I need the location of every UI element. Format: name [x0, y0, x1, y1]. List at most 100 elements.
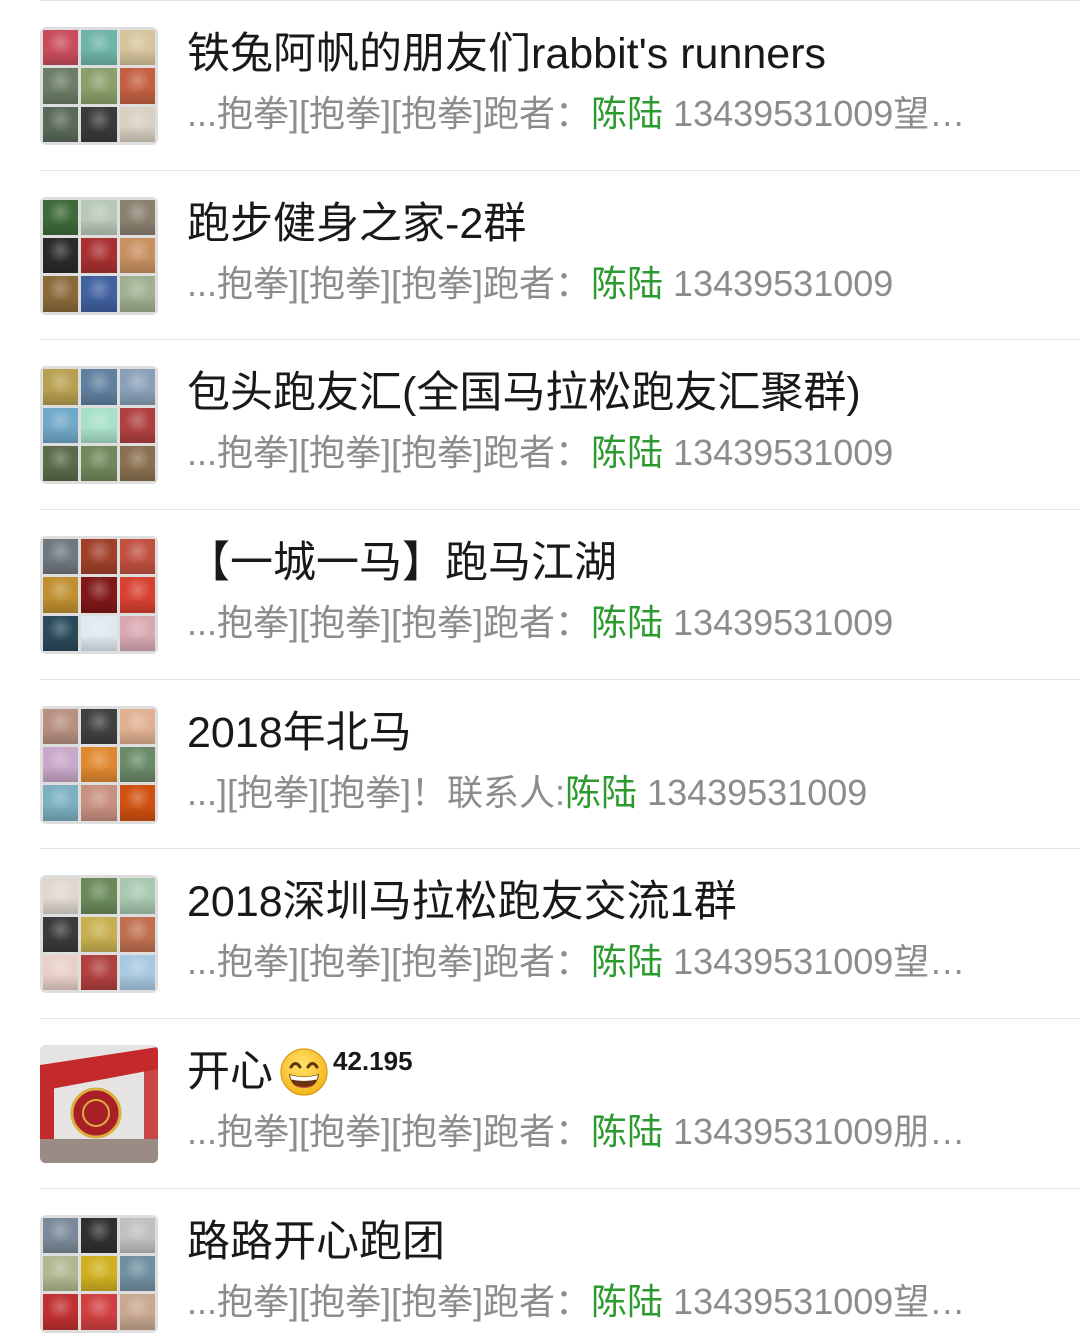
emblem: [70, 1087, 122, 1139]
group-avatar: [40, 1214, 158, 1333]
avatar-tile: [43, 1294, 79, 1330]
snippet-highlight: 陈陆: [591, 941, 664, 983]
group-name: 2018年北马: [187, 708, 412, 757]
avatar-tile: [43, 708, 79, 745]
avatar-tile: [119, 369, 155, 405]
avatar-tile: [81, 878, 117, 914]
group-avatar: [40, 196, 158, 315]
avatar-tile: [119, 276, 155, 312]
avatar-tile: [119, 1256, 155, 1292]
group-name: 开心: [187, 1048, 273, 1097]
snippet-suffix: 13439531009: [663, 432, 894, 474]
result-text: 2018年北马 ...][抱拳][抱拳]！联系人:陈陆 13439531009: [187, 707, 1050, 815]
group-chat-result-row[interactable]: 路路开心跑团 ...抱拳][抱拳][抱拳]跑者：陈陆 13439531009望…: [0, 1187, 1080, 1343]
group-name: 2018深圳马拉松跑友交流1群: [187, 878, 737, 927]
snippet-prefix: ...抱拳][抱拳][抱拳]跑者：: [187, 602, 592, 644]
result-text: 开心 42.195 ...抱拳][抱拳][抱拳]跑者：陈陆 13439531009朋…: [187, 1046, 1050, 1154]
avatar-tile: [81, 916, 117, 953]
message-snippet: ...抱拳][抱拳][抱拳]跑者：陈陆 13439531009: [187, 262, 1050, 306]
avatar-tile: [119, 615, 155, 652]
avatar-tile: [43, 30, 79, 66]
group-chat-result-row[interactable]: 开心 42.195 ...抱拳][抱拳][抱拳]跑者：陈陆 13439531009朋…: [0, 1018, 1080, 1188]
group-chat-search-results: 铁兔阿帆的朋友们rabbit's runners ...抱拳][抱拳][抱拳]跑者…: [0, 0, 1080, 1343]
row-separator: [40, 0, 1080, 1]
avatar-tile: [43, 916, 79, 953]
avatar-tile: [43, 955, 79, 991]
avatar-tile: [81, 615, 117, 652]
avatar-tile: [119, 577, 155, 613]
snippet-prefix: ...抱拳][抱拳][抱拳]跑者：: [187, 93, 592, 134]
group-avatar-photo: [40, 1045, 158, 1164]
group-title: 路路开心跑团: [187, 1216, 1050, 1268]
snippet-prefix: ...][抱拳][抱拳]！联系人:: [187, 771, 566, 813]
group-chat-result-row[interactable]: 铁兔阿帆的朋友们rabbit's runners ...抱拳][抱拳][抱拳]跑者…: [0, 0, 1080, 170]
message-snippet: ...抱拳][抱拳][抱拳]跑者：陈陆 13439531009望…: [187, 1280, 1050, 1324]
avatar-tile: [81, 1256, 117, 1292]
snippet-prefix: ...抱拳][抱拳][抱拳]跑者：: [187, 1111, 592, 1153]
avatar-tile: [43, 539, 79, 575]
group-chat-result-row[interactable]: 2018深圳马拉松跑友交流1群 ...抱拳][抱拳][抱拳]跑者：陈陆 13439…: [0, 848, 1080, 1018]
avatar-tile: [119, 708, 155, 745]
result-text: 【一城一马】跑马江湖 ...抱拳][抱拳][抱拳]跑者：陈陆 1343953100…: [187, 537, 1050, 645]
avatar-tile: [43, 68, 79, 104]
avatar-tile: [43, 577, 79, 613]
result-text: 铁兔阿帆的朋友们rabbit's runners ...抱拳][抱拳][抱拳]跑者…: [187, 28, 1050, 136]
message-snippet: ...抱拳][抱拳][抱拳]跑者：陈陆 13439531009: [187, 431, 1050, 475]
group-name: 路路开心跑团: [187, 1217, 445, 1266]
row-separator: [40, 509, 1080, 511]
avatar-tile: [119, 106, 155, 142]
message-snippet: ...抱拳][抱拳][抱拳]跑者：陈陆 13439531009望…: [187, 940, 1050, 984]
snippet-prefix: ...抱拳][抱拳][抱拳]跑者：: [187, 432, 592, 474]
grinning-face-icon: [279, 1047, 329, 1097]
avatar-tile: [43, 369, 79, 405]
avatar-tile: [119, 916, 155, 953]
snippet-suffix: 13439531009望…: [663, 941, 966, 983]
snippet-prefix: ...抱拳][抱拳][抱拳]跑者：: [187, 262, 592, 304]
snippet-suffix: 13439531009望…: [663, 1280, 966, 1322]
avatar-tile: [43, 276, 79, 312]
group-name: 跑步健身之家-2群: [187, 199, 527, 248]
group-avatar: [40, 536, 158, 655]
message-snippet: ...抱拳][抱拳][抱拳]跑者：陈陆 13439531009望…: [187, 92, 1050, 136]
avatar-tile: [81, 199, 117, 236]
result-text: 2018深圳马拉松跑友交流1群 ...抱拳][抱拳][抱拳]跑者：陈陆 13439…: [187, 876, 1050, 984]
group-avatar: [40, 1045, 158, 1164]
avatar-tile: [119, 407, 155, 444]
group-name: 【一城一马】跑马江湖: [187, 539, 617, 588]
avatar-tile: [43, 1217, 79, 1254]
avatar-tile: [81, 30, 117, 66]
avatar-tile: [43, 446, 79, 482]
snippet-highlight: 陈陆: [591, 93, 664, 134]
group-title: 2018年北马: [187, 707, 1050, 759]
row-separator: [40, 1018, 1080, 1020]
snippet-suffix: 13439531009望…: [663, 93, 966, 134]
avatar-tile: [43, 407, 79, 444]
avatar-tile: [43, 785, 79, 821]
group-avatar: [40, 27, 158, 145]
avatar-tile: [81, 577, 117, 613]
avatar-tile: [119, 878, 155, 914]
avatar-tile: [81, 106, 117, 142]
avatar-tile: [43, 878, 79, 914]
avatar-tile: [81, 1217, 117, 1254]
snippet-prefix: ...抱拳][抱拳][抱拳]跑者：: [187, 1280, 592, 1322]
avatar-tile: [81, 747, 117, 783]
group-chat-result-row[interactable]: 跑步健身之家-2群 ...抱拳][抱拳][抱拳]跑者：陈陆 13439531009: [0, 169, 1080, 340]
avatar-tile: [81, 446, 117, 482]
group-chat-result-row[interactable]: 2018年北马 ...][抱拳][抱拳]！联系人:陈陆 13439531009: [0, 678, 1080, 849]
avatar-tile: [119, 1217, 155, 1254]
group-title: 2018深圳马拉松跑友交流1群: [187, 876, 1050, 928]
avatar-tile: [81, 369, 117, 405]
emoji-part: [280, 1048, 328, 1096]
group-chat-result-row[interactable]: 【一城一马】跑马江湖 ...抱拳][抱拳][抱拳]跑者：陈陆 1343953100…: [0, 509, 1080, 679]
result-text: 跑步健身之家-2群 ...抱拳][抱拳][抱拳]跑者：陈陆 13439531009: [187, 198, 1050, 306]
avatar-tile: [81, 1294, 117, 1330]
group-title: 跑步健身之家-2群: [187, 198, 1050, 250]
row-separator: [40, 169, 1080, 171]
avatar-tile: [119, 68, 155, 104]
avatar-tile: [43, 1256, 79, 1292]
avatar-tile: [119, 446, 155, 482]
group-chat-result-row[interactable]: 包头跑友汇(全国马拉松跑友汇聚群) ...抱拳][抱拳][抱拳]跑者：陈陆 134…: [0, 339, 1080, 509]
snippet-prefix: ...抱拳][抱拳][抱拳]跑者：: [187, 941, 592, 983]
avatar-tile: [81, 407, 117, 444]
